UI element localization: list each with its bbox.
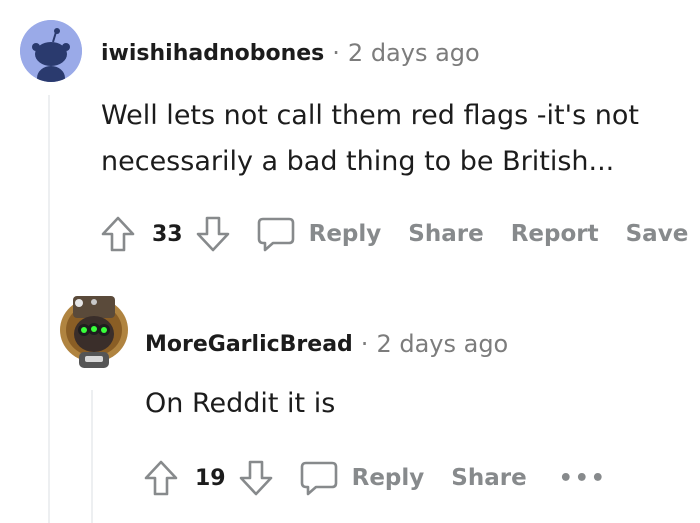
timestamp[interactable]: 2 days ago bbox=[348, 39, 480, 67]
reply-label: Reply bbox=[308, 221, 382, 247]
comment-body: Well lets not call them red flags -it's … bbox=[101, 93, 691, 185]
username[interactable]: MoreGarlicBread bbox=[145, 332, 353, 357]
vote-count: 33 bbox=[152, 221, 183, 247]
meta-separator: · bbox=[332, 39, 340, 67]
comment-header: iwishihadnobones · 2 days ago bbox=[101, 36, 480, 70]
downvote-icon[interactable] bbox=[236, 458, 276, 498]
snoo-avatar-icon bbox=[20, 20, 82, 82]
reply-button[interactable]: Reply bbox=[298, 459, 425, 497]
report-button[interactable]: Report bbox=[511, 221, 599, 247]
comment-bubble-icon bbox=[300, 461, 337, 496]
avatar[interactable] bbox=[57, 290, 131, 370]
comment-body: On Reddit it is bbox=[145, 381, 685, 427]
upvote-icon[interactable] bbox=[98, 214, 138, 254]
comment-body-line: On Reddit it is bbox=[145, 388, 336, 419]
share-button[interactable]: Share bbox=[451, 465, 526, 491]
vote-count: 19 bbox=[195, 465, 226, 491]
garlic-bread-avatar-icon bbox=[60, 296, 128, 368]
comment-actions: 33 Reply Share Report Save bbox=[98, 212, 688, 256]
upvote-icon[interactable] bbox=[141, 458, 181, 498]
comment-header: MoreGarlicBread · 2 days ago bbox=[145, 327, 508, 361]
save-button[interactable]: Save bbox=[626, 221, 689, 247]
timestamp[interactable]: 2 days ago bbox=[376, 330, 508, 358]
downvote-icon[interactable] bbox=[193, 214, 233, 254]
avatar[interactable] bbox=[20, 20, 82, 82]
thread-line-child[interactable] bbox=[91, 390, 93, 523]
share-button[interactable]: Share bbox=[408, 221, 483, 247]
comment-body-line: necessarily a bad thing to be British... bbox=[101, 146, 615, 177]
meta-separator: · bbox=[360, 330, 369, 358]
thread-line-parent[interactable] bbox=[48, 95, 50, 523]
reply-label: Reply bbox=[351, 465, 425, 491]
comment-bubble-icon bbox=[257, 217, 294, 252]
more-options-icon[interactable]: ••• bbox=[559, 466, 607, 491]
comment-body-line: Well lets not call them red flags -it's … bbox=[101, 100, 639, 131]
comment-actions: 19 Reply Share ••• bbox=[141, 456, 607, 500]
username[interactable]: iwishihadnobones bbox=[101, 41, 324, 66]
reply-button[interactable]: Reply bbox=[255, 215, 382, 253]
